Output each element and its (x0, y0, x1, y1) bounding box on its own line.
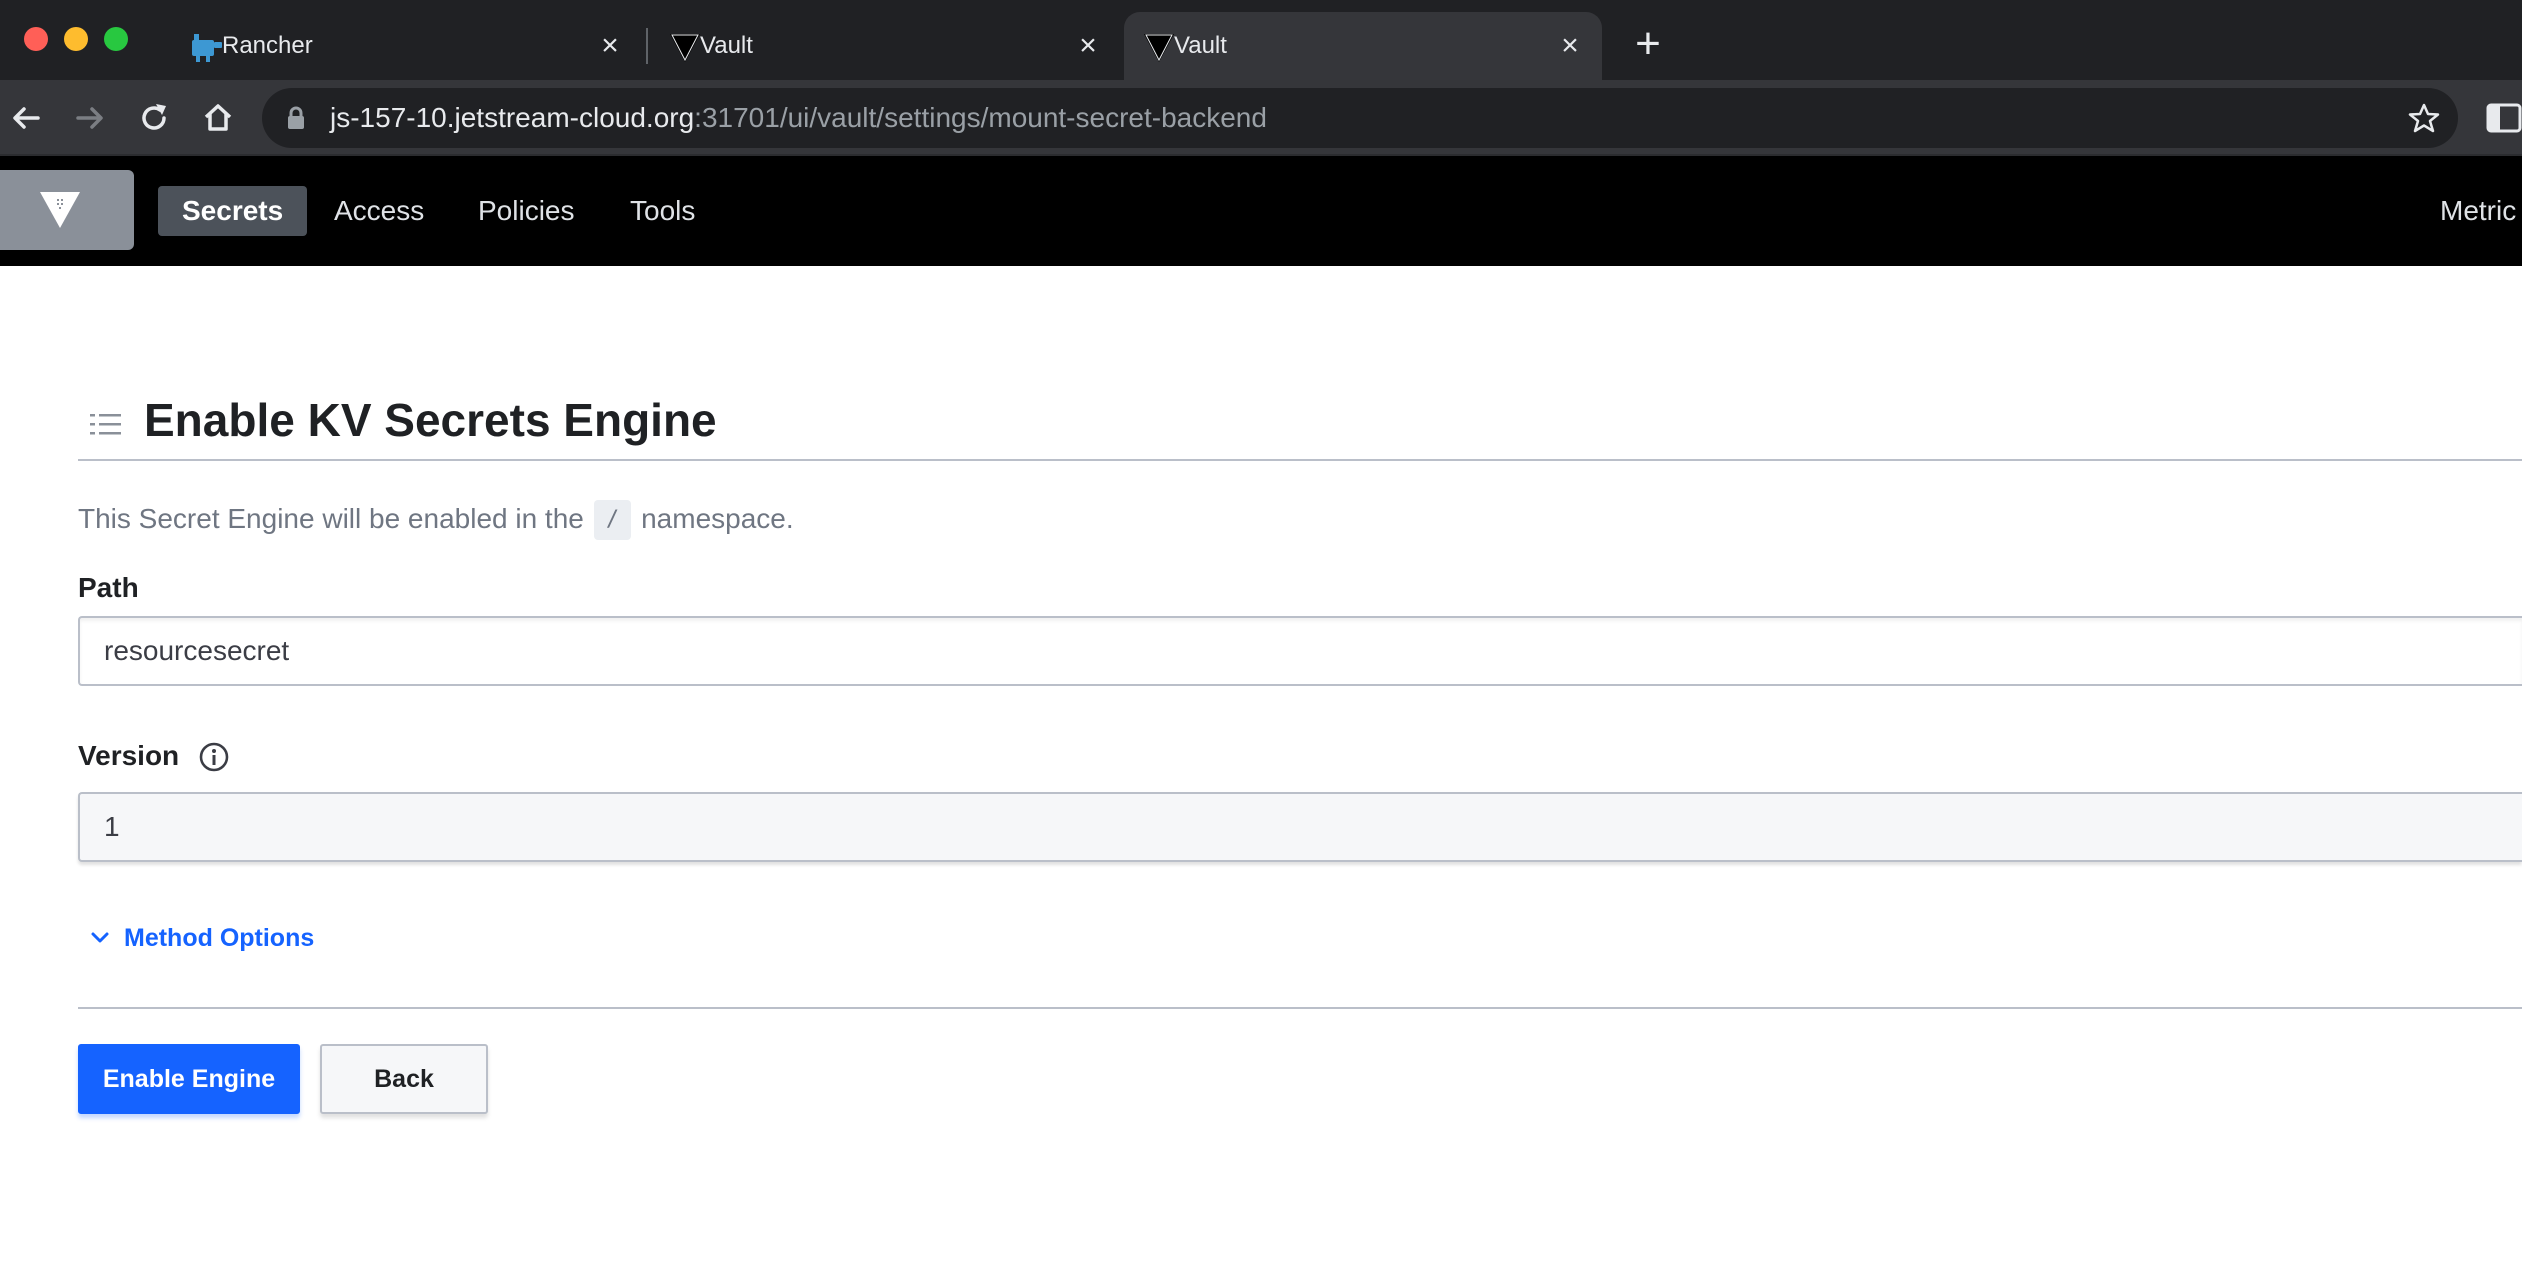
namespace-notice: This Secret Engine will be enabled in th… (78, 500, 794, 540)
close-tab-icon[interactable]: × (1074, 31, 1102, 61)
url-host: js-157-10.jetstream-cloud.org (330, 102, 695, 133)
bookmark-star-icon[interactable] (2408, 102, 2440, 134)
home-icon[interactable] (198, 98, 238, 138)
nav-metrics[interactable]: Metric (2440, 186, 2516, 236)
browser-tab-strip: Rancher × Vault × Vault × + (0, 0, 2522, 80)
lock-icon[interactable] (286, 106, 306, 130)
browser-toolbar: js-157-10.jetstream-cloud.org:31701/ui/v… (0, 80, 2522, 156)
method-options-toggle[interactable]: Method Options (90, 922, 314, 954)
browser-tab-rancher[interactable]: Rancher × (172, 12, 642, 80)
nav-tools[interactable]: Tools (606, 186, 719, 236)
back-arrow-icon[interactable] (6, 98, 46, 138)
info-icon[interactable] (198, 741, 230, 773)
forward-arrow-icon[interactable] (70, 98, 110, 138)
close-tab-icon[interactable]: × (596, 31, 624, 61)
vault-logo-icon (670, 34, 700, 62)
tab-separator (646, 28, 648, 64)
rancher-logo-icon (192, 34, 222, 62)
tab-title: Rancher (222, 32, 313, 59)
path-input[interactable]: resourcesecret (78, 616, 2522, 686)
url-path: :31701/ui/vault/settings/mount-secret-ba… (694, 102, 1267, 133)
browser-tab-vault-1[interactable]: Vault × (650, 12, 1120, 80)
chevron-down-icon (91, 932, 109, 943)
tab-title: Vault (1174, 32, 1227, 59)
browser-tab-vault-2[interactable]: Vault × (1124, 12, 1602, 80)
nav-access[interactable]: Access (310, 186, 448, 236)
path-label: Path (78, 572, 139, 603)
form-divider (78, 1007, 2522, 1009)
namespace-text-after: namespace. (641, 503, 794, 534)
url-text[interactable]: js-157-10.jetstream-cloud.org:31701/ui/v… (330, 102, 1267, 134)
side-panel-icon[interactable] (2486, 102, 2522, 134)
close-tab-icon[interactable]: × (1556, 31, 1584, 61)
version-select[interactable]: 1 (78, 792, 2522, 862)
nav-policies[interactable]: Policies (454, 186, 598, 236)
close-window-button[interactable] (24, 27, 48, 51)
version-label: Version (78, 740, 180, 771)
maximize-window-button[interactable] (104, 27, 128, 51)
reload-icon[interactable] (134, 98, 174, 138)
minimize-window-button[interactable] (64, 27, 88, 51)
address-bar[interactable]: js-157-10.jetstream-cloud.org:31701/ui/v… (262, 88, 2458, 148)
new-tab-plus-icon[interactable]: + (1626, 22, 1670, 68)
vault-logo-icon (40, 192, 80, 228)
vault-logo-icon (1144, 34, 1174, 62)
list-icon (90, 414, 121, 435)
nav-secrets[interactable]: Secrets (158, 186, 308, 236)
tab-title: Vault (700, 32, 753, 59)
namespace-code: / (593, 500, 632, 540)
vault-top-nav: Secrets Access Policies Tools Metric (0, 156, 2522, 266)
namespace-text-before: This Secret Engine will be enabled in th… (78, 503, 584, 534)
title-divider (78, 459, 2522, 461)
method-options-label: Method Options (124, 924, 315, 952)
page-title: Enable KV Secrets Engine (144, 394, 717, 446)
back-button[interactable]: Back (320, 1044, 488, 1114)
vault-home-logo[interactable] (0, 170, 134, 250)
enable-engine-button[interactable]: Enable Engine (78, 1044, 300, 1114)
